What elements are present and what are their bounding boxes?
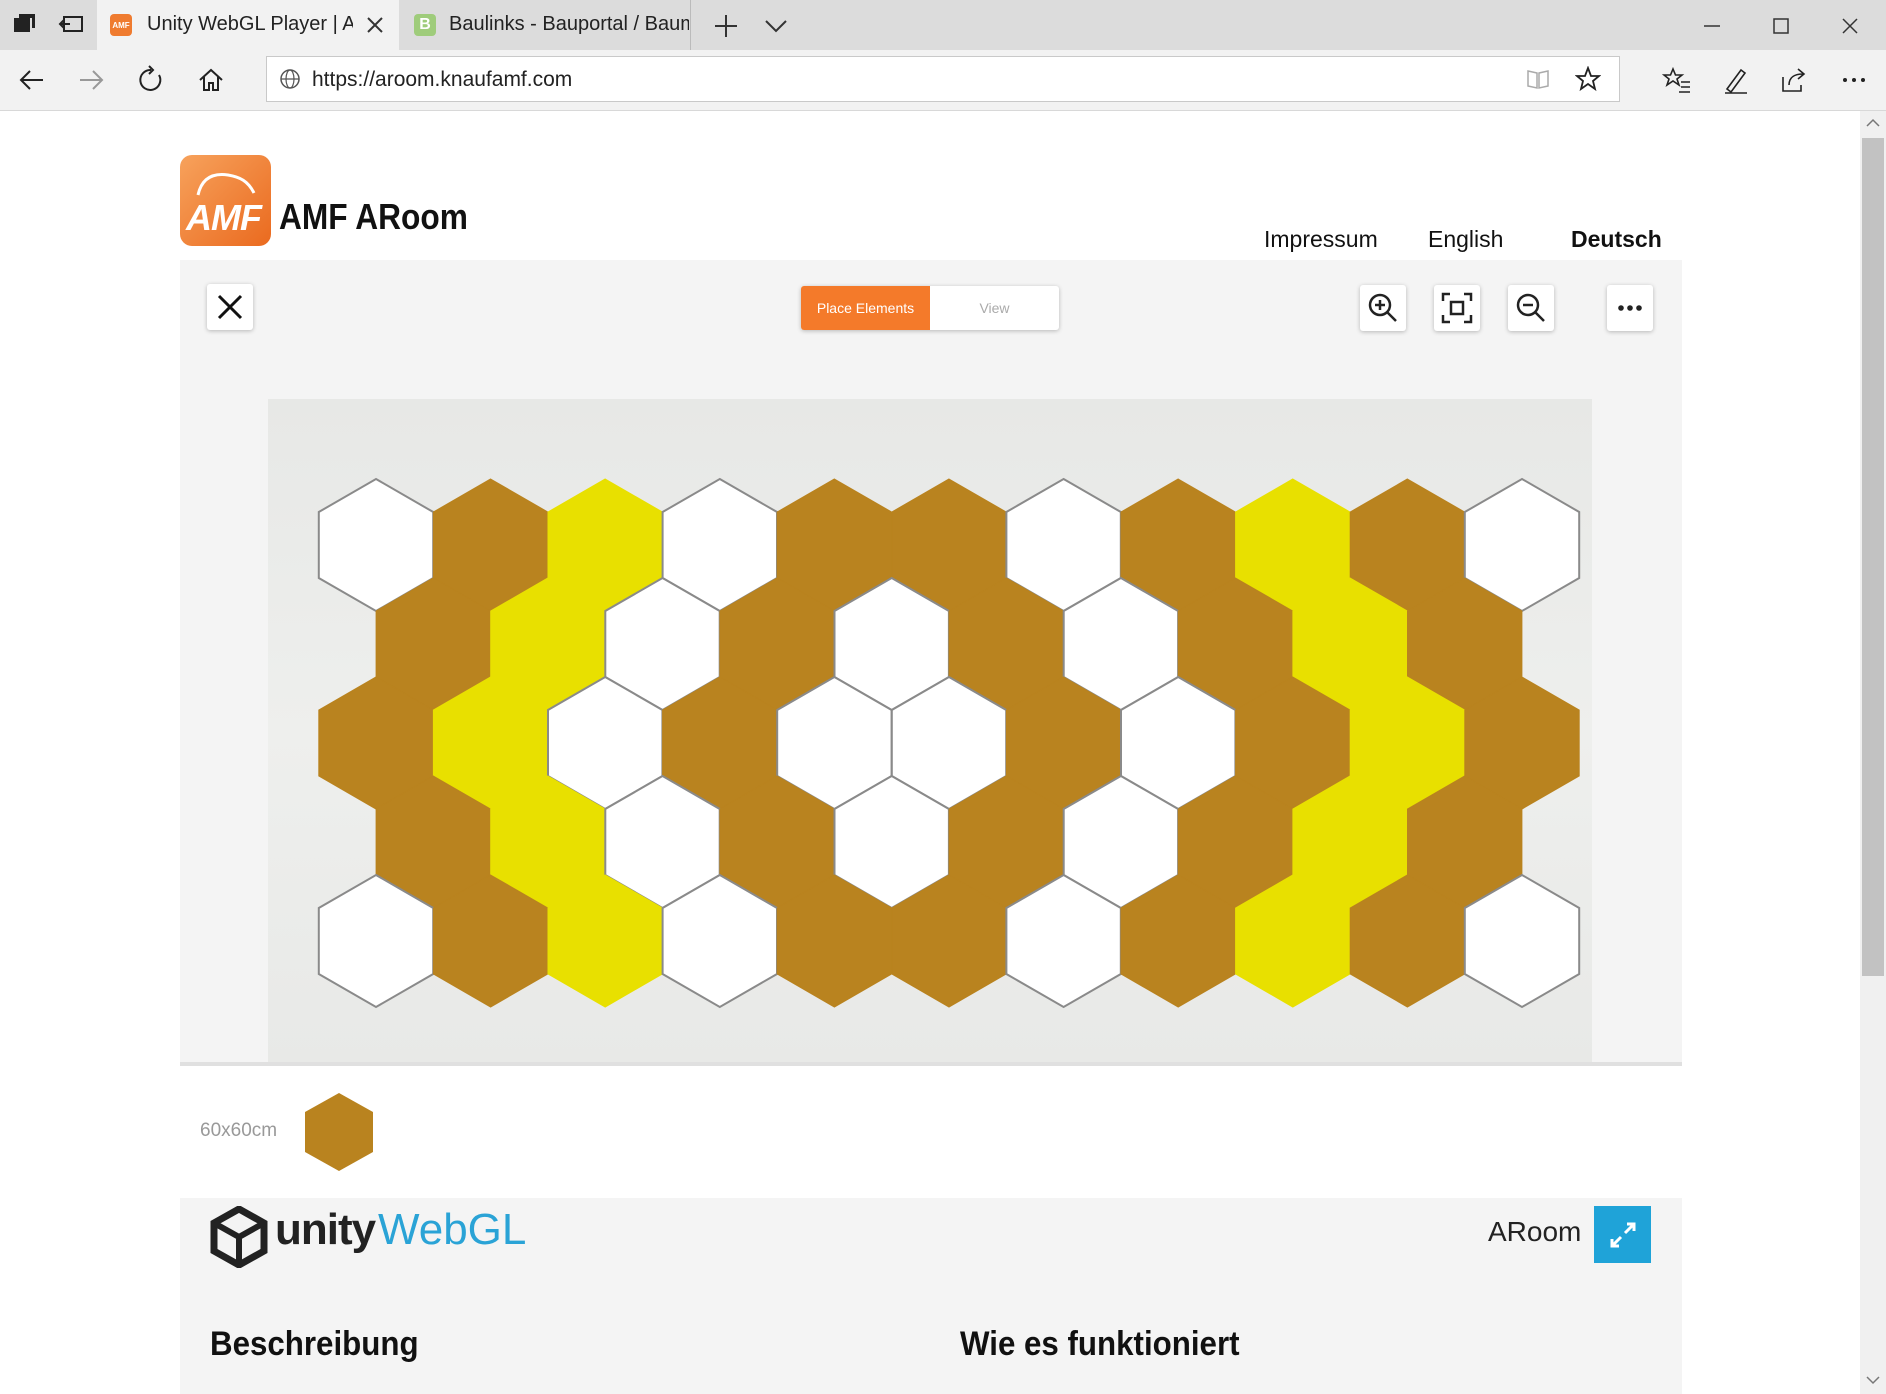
unity-footer: unity WebGL ARoom	[180, 1198, 1682, 1394]
unity-wordmark: unity	[275, 1205, 376, 1254]
unity-logo-icon	[210, 1206, 268, 1268]
section-title-wie-es-funktioniert: Wie es funktioniert	[960, 1325, 1240, 1363]
palette-hex-shape	[305, 1093, 373, 1171]
fullscreen-button[interactable]	[1594, 1206, 1651, 1263]
canvas-divider	[180, 1062, 1682, 1066]
fullscreen-expand-icon	[1610, 1222, 1635, 1247]
tile-size-label: 60x60cm	[200, 1120, 278, 1141]
palette-hexagon-tile[interactable]	[299, 1091, 379, 1173]
hexagon-tile-layout[interactable]	[0, 0, 1886, 1394]
webgl-wordmark: WebGL	[378, 1205, 527, 1254]
app-name-label: ARoom	[1488, 1216, 1582, 1247]
section-title-beschreibung: Beschreibung	[210, 1325, 419, 1363]
